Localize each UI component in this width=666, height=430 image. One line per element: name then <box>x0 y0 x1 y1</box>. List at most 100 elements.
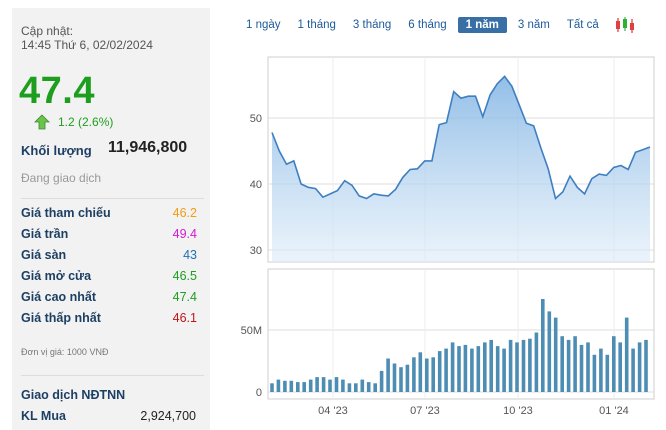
volume-bar <box>437 351 442 392</box>
volume-bar <box>341 379 345 392</box>
arrow-up-icon <box>34 114 50 130</box>
price-y-tick: 40 <box>250 179 262 191</box>
volume-y-tick: 50M <box>241 325 262 337</box>
stock-chart: 30 40 50 0 50M 04 '23 07 '23 10 '23 01 '24 <box>241 56 655 417</box>
current-price: 47.4 <box>19 70 95 112</box>
volume-label: Khối lượng <box>21 143 92 158</box>
volume-bar <box>450 342 455 392</box>
price-row-value: 47.4 <box>172 290 197 304</box>
volume-bar <box>328 379 332 392</box>
price-change: 1.2 (2.6%) <box>34 114 113 130</box>
volume-bar <box>618 342 622 392</box>
volume-bar <box>302 382 306 392</box>
unit-note: Đơn vị giá: 1000 VNĐ <box>21 347 109 357</box>
volume-bar <box>418 352 423 392</box>
volume-bar <box>425 358 429 392</box>
volume-bar <box>289 380 294 392</box>
volume-bar <box>637 342 642 392</box>
volume-bar <box>392 363 397 392</box>
price-row-value: 49.4 <box>172 227 197 241</box>
volume-bar <box>457 346 461 392</box>
tab-1-ngày[interactable]: 1 ngày <box>240 17 287 33</box>
price-row-label: Giá thấp nhất <box>21 311 101 325</box>
volume-bar <box>476 346 481 392</box>
foreign-trading-title: Giao dịch NĐTNN <box>21 388 126 402</box>
volume-bar <box>547 311 552 392</box>
volume-bar <box>373 383 377 392</box>
volume-bar <box>528 338 532 392</box>
tab-3-năm[interactable]: 3 năm <box>512 17 556 33</box>
price-row-value: 46.5 <box>172 269 197 283</box>
tab-Tất-cả[interactable]: Tất cả <box>561 17 605 33</box>
volume-bar <box>612 336 616 392</box>
volume-bar <box>579 344 584 392</box>
price-y-tick: 30 <box>250 245 262 257</box>
volume-bar <box>315 377 319 392</box>
volume-bar <box>379 370 384 392</box>
volume-bar <box>270 383 274 392</box>
price-row: Giá mở cửa 46.5 <box>21 269 197 289</box>
x-tick-label: 01 '24 <box>599 405 629 417</box>
price-row-value: 43 <box>183 248 197 262</box>
tab-1-tháng[interactable]: 1 tháng <box>292 17 342 33</box>
volume-bar <box>605 354 610 392</box>
volume-bar <box>599 348 603 392</box>
updated-time: 14:45 Thứ 6, 02/02/2024 <box>21 38 153 52</box>
volume-bar <box>541 299 545 392</box>
volume-bar <box>296 382 300 392</box>
tab-6-tháng[interactable]: 6 tháng <box>402 17 452 33</box>
price-row: Giá thấp nhất 46.1 <box>21 311 197 331</box>
volume-bar <box>283 380 287 392</box>
divider <box>21 375 204 376</box>
price-y-tick: 50 <box>250 113 262 125</box>
price-row-label: Giá trần <box>21 227 69 241</box>
volume-bar <box>399 367 403 392</box>
volume-bar <box>366 382 371 392</box>
volume-bar <box>553 317 558 392</box>
volume-bar <box>334 377 339 392</box>
volume-value: 11,946,800 <box>108 139 188 156</box>
price-row-value: 46.1 <box>172 311 197 325</box>
tab-3-tháng[interactable]: 3 tháng <box>347 17 397 33</box>
price-row-label: Giá mở cửa <box>21 269 92 283</box>
volume-bar <box>631 348 635 392</box>
quote-panel: Cập nhật: 14:45 Thứ 6, 02/02/2024 47.4 1… <box>12 8 210 430</box>
period-tabs: 1 ngày 1 tháng 3 tháng 6 tháng 1 năm 3 năm Tất… <box>240 15 636 35</box>
price-row: Giá tham chiếu 46.2 <box>21 206 197 226</box>
buy-volume-value: 2,924,700 <box>140 409 196 423</box>
tab-1-năm[interactable]: 1 năm <box>457 17 507 33</box>
volume-bar <box>592 354 597 392</box>
volume-bar <box>386 358 390 392</box>
volume-bar <box>354 383 358 392</box>
price-row: Giá trần 49.4 <box>21 227 197 247</box>
volume-bar <box>586 342 590 392</box>
trading-status: Đang giao dịch <box>21 171 102 185</box>
volume-bar <box>644 339 648 392</box>
volume-bar <box>560 336 564 392</box>
volume-bar <box>444 348 448 392</box>
volume-bar <box>276 379 281 392</box>
price-row: Giá sàn 43 <box>21 248 197 268</box>
volume-bar <box>470 348 474 392</box>
volume-bar <box>483 342 487 392</box>
divider <box>21 198 204 199</box>
volume-y-tick: 0 <box>256 387 262 399</box>
price-row-value: 46.2 <box>172 206 197 220</box>
volume-bar <box>347 383 352 392</box>
volume-bar <box>508 339 513 392</box>
price-row-label: Giá sàn <box>21 248 67 262</box>
volume-bar <box>515 342 519 392</box>
volume-bar <box>405 364 410 392</box>
volume-bar <box>573 336 577 392</box>
volume-bar <box>495 346 500 392</box>
volume-bar <box>431 357 435 392</box>
volume-bar <box>521 339 526 392</box>
x-tick-label: 04 '23 <box>318 405 348 417</box>
volume-bar <box>502 348 506 392</box>
price-row-label: Giá cao nhất <box>21 290 97 304</box>
volume-bar <box>321 377 326 392</box>
volume-bar <box>566 339 571 392</box>
price-change-value: 1.2 (2.6%) <box>58 115 114 129</box>
candlestick-icon[interactable] <box>614 16 636 34</box>
buy-volume-label: KL Mua <box>21 409 66 423</box>
